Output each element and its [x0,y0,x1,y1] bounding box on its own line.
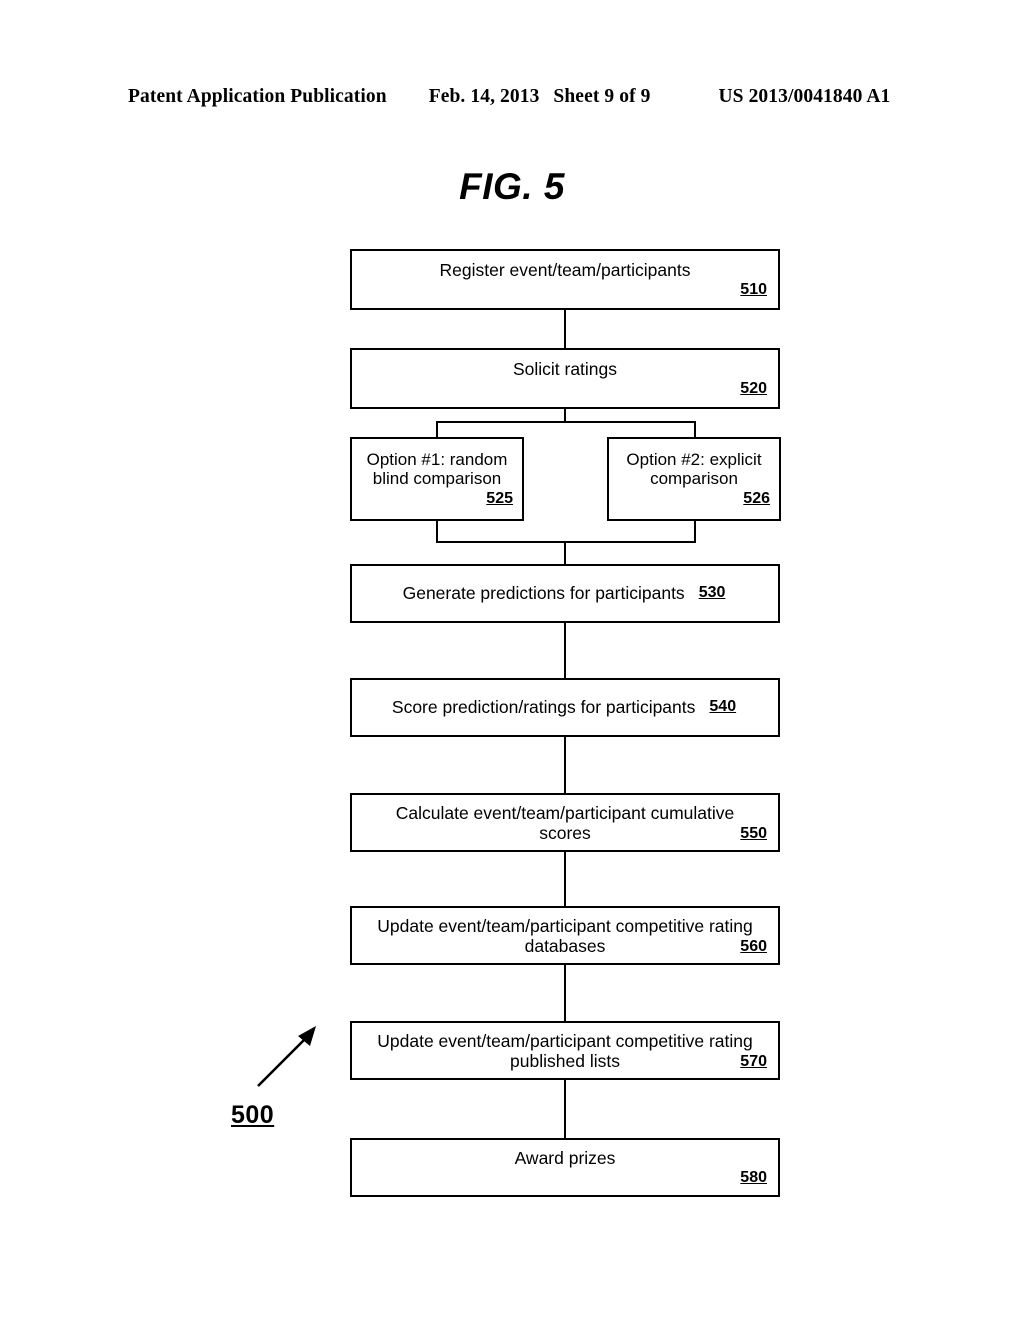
flow-node-550-ref: 550 [740,824,767,842]
flow-node-520[interactable]: Solicit ratings 520 [350,348,780,409]
connector-570-580 [564,1080,566,1139]
flow-node-540[interactable]: Score prediction/ratings for participant… [350,678,780,737]
diagram-reference-500: 500 [231,1101,275,1129]
flow-node-520-label: Solicit ratings [512,358,618,379]
connector-526-to-merge [694,521,696,543]
diagram-ref-arrow-icon [257,1026,316,1087]
flow-node-540-label: Score prediction/ratings for participant… [391,697,696,718]
flow-node-526-label: Option #2: explicit comparison [626,449,762,489]
connector-540-550 [564,737,566,794]
flow-node-570[interactable]: Update event/team/participant competitiv… [350,1021,780,1080]
flow-node-530-label: Generate predictions for participants [402,583,685,604]
connector-split-to-526 [694,421,696,438]
connector-merge-to-530 [564,541,566,565]
flow-node-530-ref: 530 [698,584,726,602]
connector-split-bus [436,421,696,423]
flow-node-525-ref: 525 [486,489,513,507]
flow-node-510-ref: 510 [740,280,767,298]
connector-550-560 [564,852,566,907]
connector-560-570 [564,965,566,1022]
connector-merge-bus [436,541,696,543]
flow-node-560-ref: 560 [740,937,767,955]
flow-node-525-label: Option #1: random blind comparison [366,449,508,489]
flow-node-570-ref: 570 [740,1052,767,1070]
flow-node-510[interactable]: Register event/team/participants 510 [350,249,780,310]
flow-node-580[interactable]: Award prizes 580 [350,1138,780,1197]
flow-node-560[interactable]: Update event/team/participant competitiv… [350,906,780,965]
flow-node-550[interactable]: Calculate event/team/participant cumulat… [350,793,780,852]
connector-530-540 [564,623,566,679]
connector-510-520 [564,310,566,348]
flow-node-526-ref: 526 [743,489,770,507]
flow-node-510-label: Register event/team/participants [439,259,691,280]
connector-525-to-merge [436,521,438,543]
flow-node-580-ref: 580 [740,1168,767,1186]
flow-node-526[interactable]: Option #2: explicit comparison 526 [607,437,781,521]
flow-node-580-label: Award prizes [514,1147,616,1168]
flow-node-525[interactable]: Option #1: random blind comparison 525 [350,437,524,521]
connector-split-to-525 [436,421,438,438]
flowchart-500: Register event/team/participants 510 Sol… [0,0,1024,1320]
flow-node-520-ref: 520 [740,379,767,397]
flow-node-540-ref: 540 [709,698,737,716]
flow-node-530[interactable]: Generate predictions for participants 53… [350,564,780,623]
